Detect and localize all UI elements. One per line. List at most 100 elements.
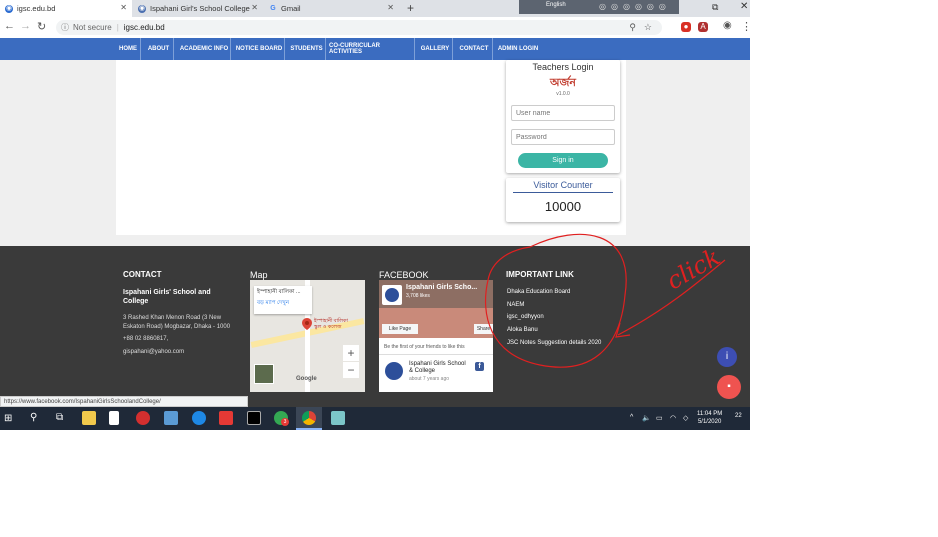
- school-favicon-icon: ◉: [138, 4, 146, 13]
- security-label: Not secure: [73, 23, 112, 32]
- tab-igsc[interactable]: ◉ igsc.edu.bd ✕: [0, 0, 132, 17]
- nav-co-curricular[interactable]: CO-CURRICULAR ACTIVITIES: [329, 38, 415, 60]
- tab-title: Gmail: [281, 4, 301, 13]
- notepad-icon[interactable]: [109, 411, 119, 425]
- odhyyon-logo: অর্জন v1.0.0: [537, 74, 589, 97]
- overlay-tools-icon[interactable]: ◎◎◎◎◎◎: [599, 2, 671, 11]
- notification-count: 22: [735, 413, 742, 419]
- bookmark-star-icon[interactable]: ☆: [644, 22, 652, 33]
- edge-icon[interactable]: [192, 411, 206, 425]
- dropbox-icon[interactable]: ◇: [683, 414, 688, 422]
- tab-ispahani[interactable]: ◉ Ispahani Girl's School College ✕: [133, 0, 263, 17]
- restore-window-icon[interactable]: ⧉: [712, 2, 718, 13]
- back-arrow-icon[interactable]: ←: [4, 20, 15, 32]
- extension-icon[interactable]: ●: [681, 22, 691, 32]
- page-background-right: [626, 60, 750, 246]
- close-tab-icon[interactable]: ✕: [120, 3, 127, 12]
- school-email[interactable]: gispahani@yahoo.com: [123, 348, 184, 357]
- separator: |: [116, 23, 119, 32]
- sign-in-button[interactable]: Sign in: [518, 153, 608, 168]
- close-tab-icon[interactable]: ✕: [251, 3, 258, 12]
- nav-about[interactable]: ABOUT: [144, 38, 174, 60]
- map-zoom-in-button[interactable]: +: [343, 345, 359, 361]
- start-windows-icon[interactable]: ⊞: [4, 413, 12, 424]
- tray-chevron-icon[interactable]: ^: [630, 414, 633, 421]
- school-phone: +88 02 8860817,: [123, 336, 169, 342]
- like-page-button[interactable]: Like Page: [382, 324, 418, 334]
- satellite-toggle[interactable]: [254, 364, 274, 384]
- new-tab-button[interactable]: +: [407, 1, 414, 15]
- post-avatar: [385, 362, 403, 380]
- divider: [513, 192, 613, 193]
- school-logo: [382, 285, 402, 305]
- nav-notice-board[interactable]: NOTICE BOARD: [234, 38, 285, 60]
- app-icon[interactable]: [331, 411, 345, 425]
- google-map[interactable]: ইস্পাহানী বালিকা ... বড় ম্যাপ দেখুন ইস্…: [250, 280, 365, 392]
- reload-icon[interactable]: ↻: [37, 20, 46, 33]
- wifi-icon[interactable]: ◠: [670, 414, 676, 422]
- task-view-icon[interactable]: ⧉: [56, 412, 63, 423]
- facebook-likes-count: 3,708 likes: [406, 293, 430, 299]
- page-background-left: [0, 60, 116, 246]
- address-bar[interactable]: ⓘ Not secure | igsc.edu.bd ⚲ ☆: [56, 20, 662, 35]
- chrome-taskbar-active[interactable]: [296, 407, 322, 430]
- url-text: igsc.edu.bd: [123, 23, 165, 32]
- battery-icon[interactable]: ▭: [656, 414, 663, 422]
- file-explorer-icon[interactable]: [82, 411, 96, 425]
- whatsapp-icon[interactable]: 3: [274, 411, 289, 426]
- zoom-icon[interactable]: ⚲: [629, 22, 636, 33]
- school-name: Ispahani Girls' School and College: [123, 289, 211, 305]
- school-address: 3 Rashed Khan Menon Road (3 New Eskaton …: [123, 315, 231, 330]
- nav-home[interactable]: HOME: [116, 38, 141, 60]
- recorder-icon[interactable]: [219, 411, 233, 425]
- clock[interactable]: 11:04 PM 5/1/2020: [697, 410, 722, 426]
- chat-fab-icon[interactable]: ▪: [717, 375, 741, 399]
- friends-like-text: Be the first of your friends to like thi…: [384, 344, 465, 350]
- search-icon[interactable]: ⚲: [30, 412, 37, 423]
- logo-text: অর্জন: [550, 77, 576, 89]
- browser-toolbar: ← → ↻ ⓘ Not secure | igsc.edu.bd ⚲ ☆ ● A…: [0, 17, 752, 39]
- map-pin-icon: [302, 318, 312, 330]
- menu-kebab-icon[interactable]: ⋮: [741, 20, 752, 33]
- info-icon[interactable]: ⓘ: [61, 22, 69, 33]
- tab-gmail[interactable]: G Gmail ✕: [264, 0, 399, 17]
- site-navigation: HOME ABOUT ACADEMIC INFO NOTICE BOARD ST…: [0, 38, 750, 60]
- clock-date: 5/1/2020: [697, 419, 722, 425]
- annotation-circle: [485, 233, 627, 368]
- post-time: about 7 years ago: [409, 376, 450, 382]
- tab-title: igsc.edu.bd: [17, 4, 56, 13]
- notification-center-icon[interactable]: 22: [735, 413, 742, 419]
- nav-gallery[interactable]: GALLERY: [418, 38, 453, 60]
- password-field[interactable]: [511, 129, 615, 145]
- windows-taskbar: ⊞ ⚲ ⧉ 3 ^ 🔈 ▭ ◠ ◇ 11:04 PM 5/1/2020 22: [0, 407, 750, 430]
- username-field[interactable]: [511, 105, 615, 121]
- map-heading: Map: [250, 270, 268, 280]
- logo-version: v1.0.0: [556, 91, 570, 97]
- profile-icon[interactable]: ◉: [723, 20, 732, 31]
- teachers-login-card: Teachers Login অর্জন v1.0.0 Sign in: [506, 60, 620, 173]
- notification-badge: 3: [281, 418, 289, 426]
- visitor-counter-card: Visitor Counter 10000: [506, 178, 620, 222]
- nav-contact[interactable]: CONTACT: [456, 38, 493, 60]
- nav-academic-info[interactable]: ACADEMIC INFO: [178, 38, 231, 60]
- store-icon[interactable]: [164, 411, 178, 425]
- login-title: Teachers Login: [532, 62, 594, 72]
- larger-map-link[interactable]: বড় ম্যাপ দেখুন: [254, 297, 312, 308]
- forward-arrow-icon[interactable]: →: [20, 20, 31, 32]
- close-tab-icon[interactable]: ✕: [387, 3, 394, 12]
- opera-icon[interactable]: [136, 411, 150, 425]
- post-page-name[interactable]: Ispahani Girls School & College: [409, 361, 467, 375]
- nav-students[interactable]: STUDENTS: [288, 38, 326, 60]
- volume-icon[interactable]: 🔈: [642, 414, 651, 422]
- nav-admin-login[interactable]: ADMIN LOGIN: [496, 38, 540, 60]
- browser-tab-strip: ◉ igsc.edu.bd ✕ ◉ Ispahani Girl's School…: [0, 0, 750, 17]
- link-status-bar: https://www.facebook.com/IspahaniGirlsSc…: [0, 396, 248, 407]
- facebook-page-name[interactable]: Ispahani Girls Scho...: [406, 284, 477, 291]
- visitor-count: 10000: [544, 199, 582, 214]
- map-info-card: ইস্পাহানী বালিকা ... বড় ম্যাপ দেখুন: [254, 286, 312, 314]
- google-logo: Google: [296, 376, 317, 382]
- terminal-icon[interactable]: [247, 411, 261, 425]
- pdf-extension-icon[interactable]: A: [698, 22, 708, 32]
- close-window-icon[interactable]: ✕: [740, 1, 748, 12]
- map-zoom-out-button[interactable]: −: [343, 362, 359, 378]
